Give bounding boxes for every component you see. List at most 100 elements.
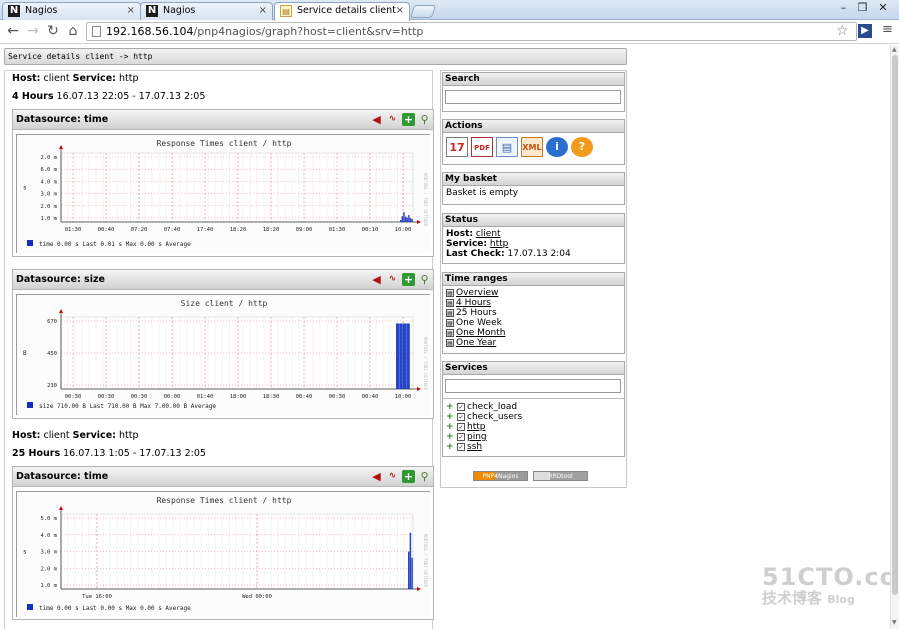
zoom-icon[interactable]: ⚲ [418, 470, 431, 483]
graph-title: Size client / http [181, 299, 268, 308]
x-tick-label: 00:40 [98, 227, 115, 233]
data-bar [411, 219, 413, 222]
url-text[interactable]: 192.168.56.104/pnp4nagios/graph?host=cli… [106, 25, 423, 39]
wave-icon[interactable]: ∿ [386, 470, 399, 483]
help-icon[interactable]: ? [571, 137, 593, 157]
info-icon[interactable]: i [546, 137, 568, 157]
browser-tab-nagios-2[interactable]: N Nagios × [140, 2, 273, 20]
graph-time-4h[interactable]: Response Times client / http 2.0 m 6.0 m 4.… [16, 134, 431, 254]
x-tick-label: 09:00 [296, 227, 313, 233]
new-tab-button[interactable] [409, 5, 437, 18]
rrdtool-badge[interactable]: RRDtool [533, 471, 588, 481]
time-range-overview[interactable]: Overview [456, 288, 498, 298]
tab-close-icon[interactable]: × [396, 3, 404, 19]
minimize-icon[interactable]: – [835, 1, 852, 15]
graph-icon: ▤ [446, 308, 454, 317]
x-tick-label: 00:30 [131, 394, 148, 400]
wave-icon[interactable]: ∿ [386, 113, 399, 126]
time-range-4h[interactable]: 4 Hours [456, 298, 491, 308]
graph-time-25h[interactable]: Response Times client / http 5.0 m 4.0 m 3.… [16, 491, 431, 618]
graph-title: Response Times client / http [157, 496, 292, 505]
page-viewport: Service details client -> http Host: cli… [0, 45, 890, 629]
vertical-scrollbar[interactable]: ▲ ▼ [890, 45, 899, 629]
y-tick-label: 2.0 m [40, 155, 57, 161]
service-item-ssh[interactable]: ssh [467, 442, 482, 452]
add-to-basket-icon[interactable]: + [402, 113, 415, 126]
graph-icon: ▤ [446, 298, 454, 307]
menu-icon[interactable]: ≡ [882, 22, 893, 37]
time-range-year[interactable]: One Year [456, 338, 496, 348]
speaker-icon[interactable]: ◀ [370, 470, 383, 483]
scroll-up-icon[interactable]: ▲ [892, 46, 897, 53]
calendar-icon[interactable]: 17 [446, 137, 468, 157]
x-tick-label: 01:30 [329, 227, 346, 233]
datasource-title: Datasource: time ◀ ∿ + ⚲ [13, 467, 433, 487]
expand-plus-icon[interactable]: + [446, 442, 454, 451]
add-to-basket-icon[interactable]: + [402, 273, 415, 286]
status-host-link[interactable]: client [476, 229, 501, 239]
data-bar [409, 218, 412, 222]
expand-plus-icon[interactable]: + [446, 402, 454, 411]
extension-icon[interactable]: ▶ [858, 24, 872, 38]
service-item-check-users[interactable]: check_users [467, 412, 522, 422]
bookmark-star-icon[interactable]: ☆ [836, 23, 849, 39]
zoom-icon[interactable]: ⚲ [418, 273, 431, 286]
browser-tab-service-details[interactable]: ▤ Service details client × [274, 2, 410, 21]
rrdtool-vertical-label: RRDTOOL / TOBI OETIKER [423, 337, 428, 391]
search-input[interactable] [445, 90, 621, 104]
address-bar[interactable]: 192.168.56.104/pnp4nagios/graph?host=cli… [86, 22, 857, 41]
host-service-line: Host: client Service: http [12, 73, 139, 84]
home-icon[interactable]: ⌂ [65, 23, 81, 39]
tab-close-icon[interactable]: × [259, 3, 267, 19]
expand-plus-icon[interactable]: + [446, 422, 454, 431]
services-filter-input[interactable] [445, 379, 621, 393]
checkbox-icon[interactable]: ✓ [457, 442, 465, 451]
wave-icon[interactable]: ∿ [386, 273, 399, 286]
restore-icon[interactable]: ❐ [854, 1, 871, 15]
search-title: Search [443, 73, 624, 86]
time-range-25h[interactable]: 25 Hours [456, 308, 497, 318]
x-tick-label: 00:40 [362, 394, 379, 400]
checkbox-icon[interactable]: ✓ [457, 432, 465, 441]
y-tick-label: 1.0 m [40, 216, 57, 222]
pnp4nagios-badge[interactable]: PNP4Nagios [473, 471, 528, 481]
scroll-down-icon[interactable]: ▼ [892, 619, 897, 626]
xml-icon[interactable]: XML [521, 137, 543, 157]
graph-size-4h[interactable]: Size client / http 670 450 230 B 00:30 00:30 00… [16, 294, 431, 416]
service-item-check-load[interactable]: check_load [467, 402, 517, 412]
reload-icon[interactable]: ↻ [45, 23, 61, 39]
status-service-link[interactable]: http [490, 239, 508, 249]
browser-tab-nagios-1[interactable]: N Nagios × [2, 2, 141, 20]
legend-swatch [27, 604, 33, 610]
expand-plus-icon[interactable]: + [446, 432, 454, 441]
tab-close-icon[interactable]: × [127, 3, 135, 19]
zoom-icon[interactable]: ⚲ [418, 113, 431, 126]
service-item-http[interactable]: http [467, 422, 485, 432]
tab-label: Service details client [297, 5, 396, 16]
checkbox-icon[interactable]: ✓ [457, 422, 465, 431]
plot-area [60, 513, 414, 590]
data-bar [403, 212, 405, 222]
checkbox-icon[interactable]: ✓ [457, 412, 465, 421]
expand-plus-icon[interactable]: + [446, 412, 454, 421]
data-bar [408, 551, 410, 589]
back-arrow-icon[interactable]: ← [5, 23, 21, 39]
close-icon[interactable]: ✕ [873, 1, 893, 15]
service-item-ping[interactable]: ping [467, 432, 487, 442]
data-bar [404, 216, 407, 222]
pdf-icon[interactable]: PDF [471, 137, 493, 157]
add-to-basket-icon[interactable]: + [402, 470, 415, 483]
y-tick-label: 5.0 m [40, 516, 57, 522]
checkbox-icon[interactable]: ✓ [457, 402, 465, 411]
watermark: 51CTO.com 技术博客 Blog [762, 563, 890, 608]
forward-arrow-icon[interactable]: → [25, 23, 41, 39]
datasource-panel-size: Datasource: size ◀ ∿ + ⚲ Size client / h… [12, 269, 434, 419]
speaker-icon[interactable]: ◀ [370, 273, 383, 286]
speaker-icon[interactable]: ◀ [370, 113, 383, 126]
time-range-week[interactable]: One Week [456, 318, 502, 328]
scrollbar-thumb[interactable] [892, 55, 898, 595]
time-range-month[interactable]: One Month [456, 328, 505, 338]
graph-icon: ▤ [446, 328, 454, 337]
data-bar [406, 217, 408, 222]
document-icon[interactable]: ▤ [496, 137, 518, 157]
